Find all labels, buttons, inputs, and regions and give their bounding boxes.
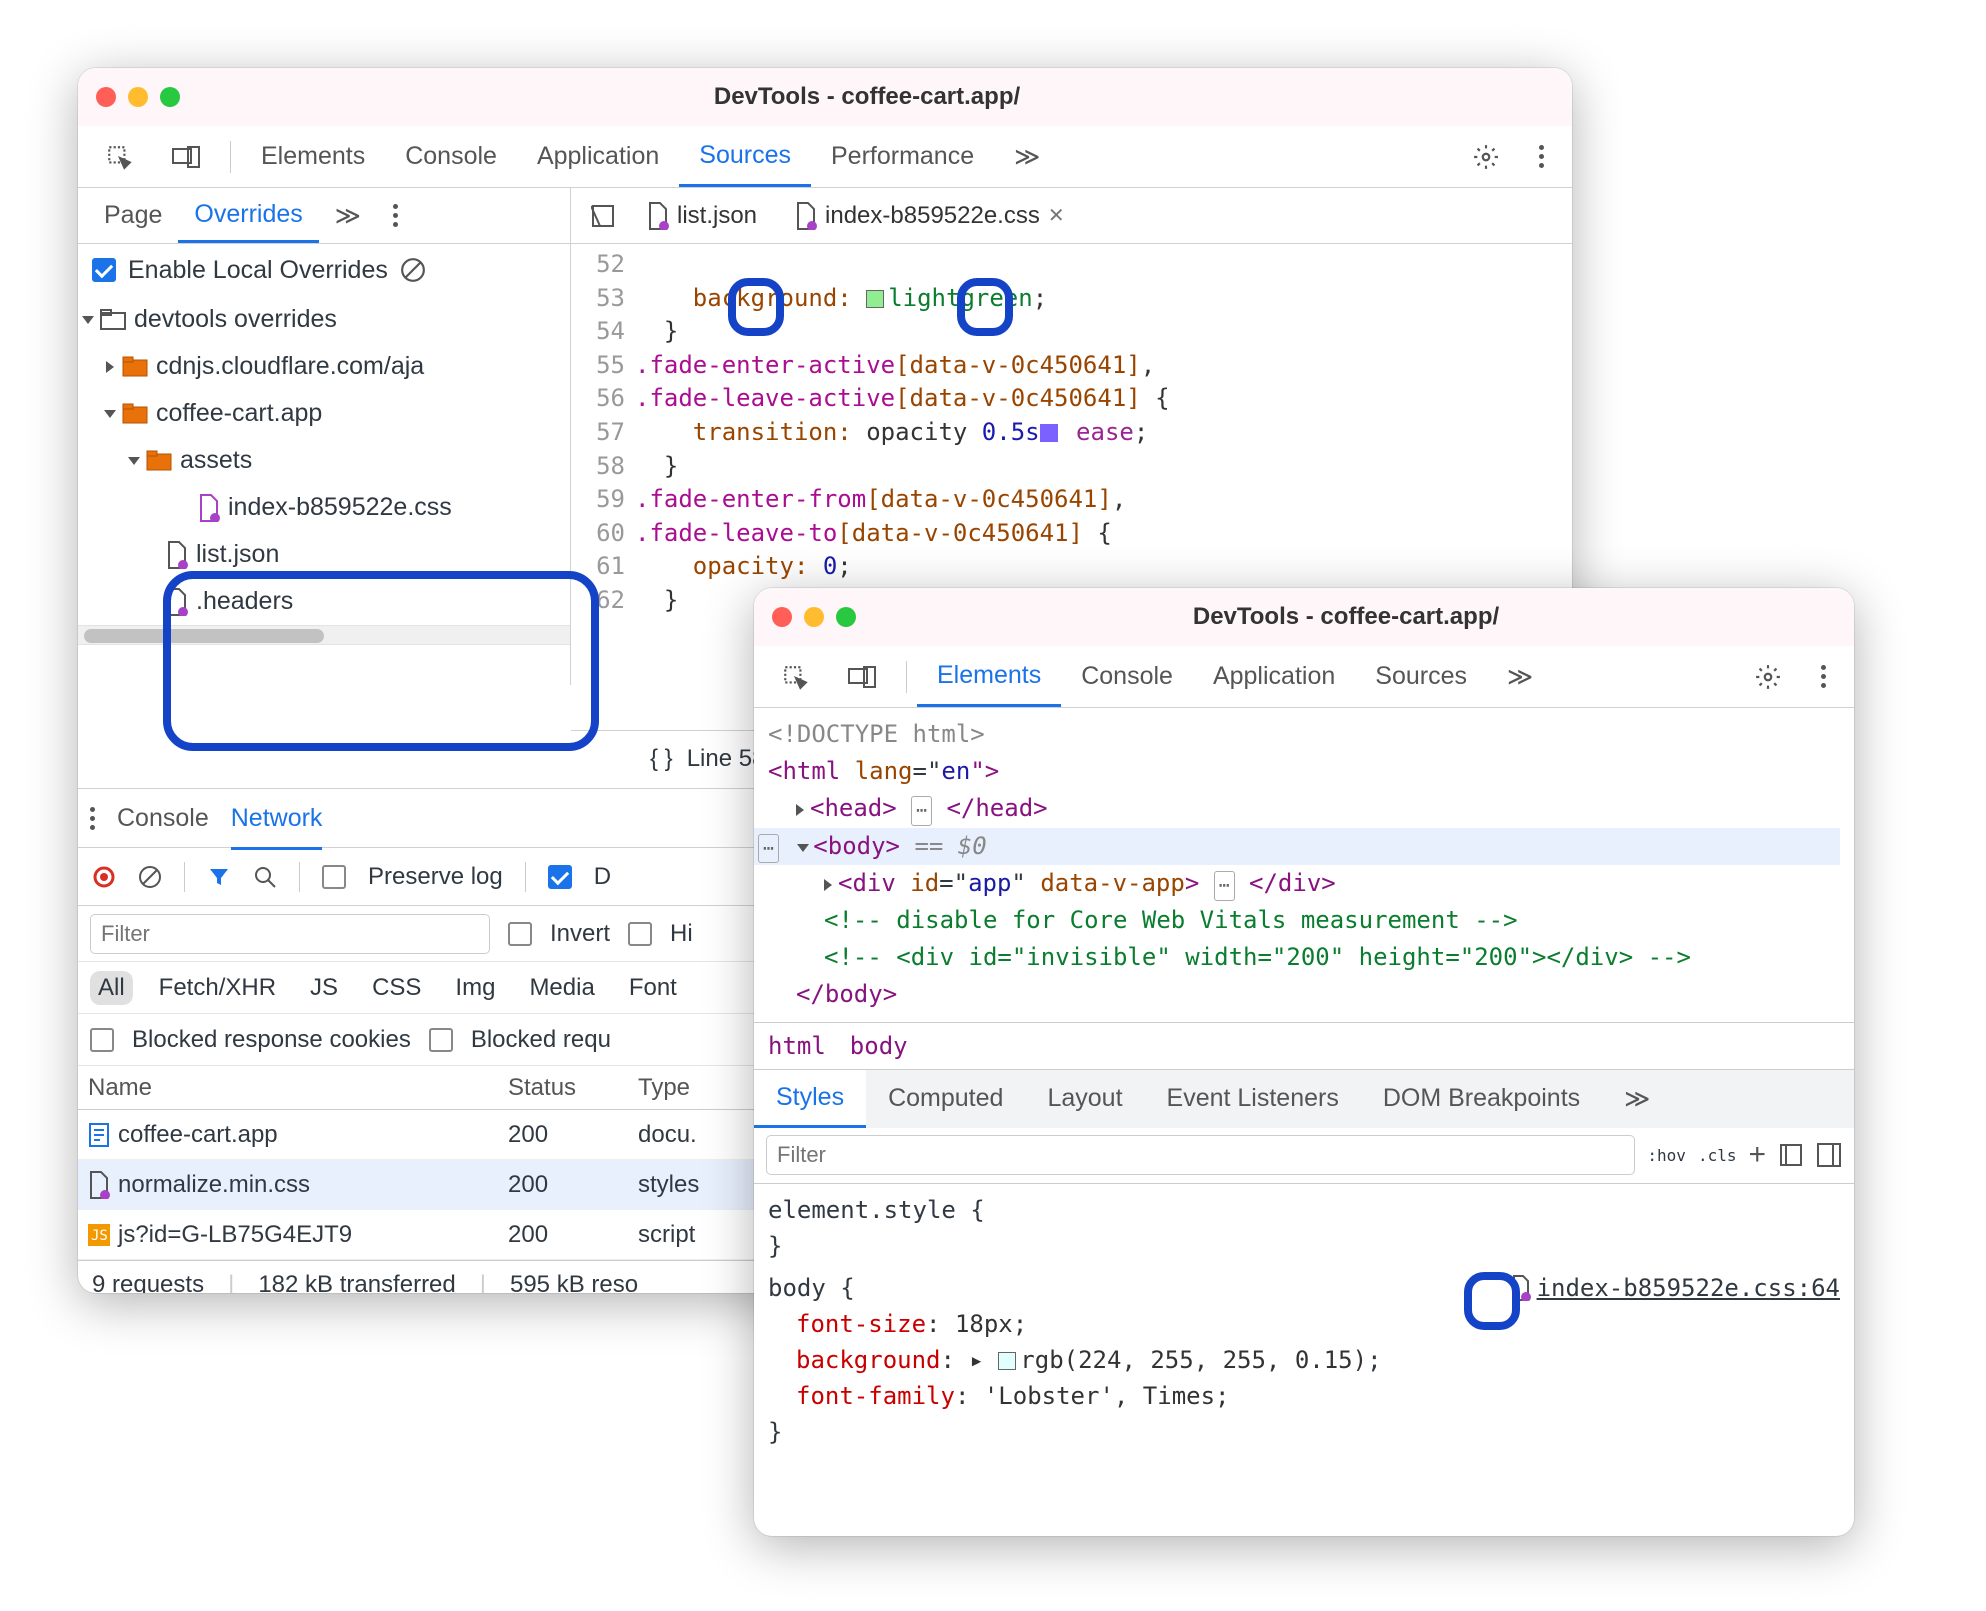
clear-icon[interactable] bbox=[400, 257, 426, 283]
tab-sources[interactable]: Sources bbox=[679, 126, 811, 187]
blocked-requests-checkbox[interactable] bbox=[429, 1028, 453, 1052]
tab-elements[interactable]: Elements bbox=[241, 126, 385, 187]
device-icon[interactable] bbox=[152, 126, 220, 187]
window-title: DevTools - coffee-cart.app/ bbox=[856, 603, 1836, 631]
inspect-icon[interactable] bbox=[86, 126, 152, 187]
kebab-icon[interactable] bbox=[90, 807, 95, 830]
minimize-icon[interactable] bbox=[128, 87, 148, 107]
kebab-icon[interactable] bbox=[1801, 646, 1846, 707]
blocked-requests-label: Blocked requ bbox=[471, 1026, 611, 1054]
tree-file-headers[interactable]: .headers bbox=[78, 578, 570, 625]
styles-tab-listeners[interactable]: Event Listeners bbox=[1145, 1070, 1361, 1128]
tab-application[interactable]: Application bbox=[517, 126, 679, 187]
devtools-window-elements: DevTools - coffee-cart.app/ Elements Con… bbox=[754, 588, 1854, 1536]
drawer-tab-network[interactable]: Network bbox=[231, 804, 323, 850]
inspect-icon[interactable] bbox=[762, 646, 828, 707]
navigator-pane: Page Overrides ≫ Enable Local Overrides … bbox=[78, 188, 571, 685]
blocked-cookies-label: Blocked response cookies bbox=[132, 1026, 411, 1054]
tree-file-json[interactable]: list.json bbox=[78, 531, 570, 578]
preserve-log-checkbox[interactable] bbox=[322, 865, 346, 889]
device-icon[interactable] bbox=[828, 646, 896, 707]
hide-checkbox[interactable] bbox=[628, 922, 652, 946]
tab-performance[interactable]: Performance bbox=[811, 126, 994, 187]
maximize-icon[interactable] bbox=[836, 607, 856, 627]
kebab-icon[interactable] bbox=[377, 188, 414, 243]
tab-sources[interactable]: Sources bbox=[1355, 646, 1487, 707]
close-icon[interactable] bbox=[96, 87, 116, 107]
horizontal-scrollbar[interactable] bbox=[78, 625, 570, 645]
gear-icon[interactable] bbox=[1453, 126, 1519, 187]
styles-tab-dombreakpoints[interactable]: DOM Breakpoints bbox=[1361, 1070, 1602, 1128]
file-tree: devtools overrides cdnjs.cloudflare.com/… bbox=[78, 296, 570, 625]
invert-label: Invert bbox=[550, 920, 610, 948]
svg-text:JS: JS bbox=[91, 1228, 108, 1244]
clear-icon[interactable] bbox=[138, 865, 162, 889]
subtab-page[interactable]: Page bbox=[88, 188, 178, 243]
search-icon[interactable] bbox=[253, 865, 277, 889]
device-preview-icon[interactable] bbox=[1778, 1142, 1804, 1168]
record-icon[interactable] bbox=[92, 865, 116, 889]
chip-img[interactable]: Img bbox=[447, 971, 503, 1005]
titlebar: DevTools - coffee-cart.app/ bbox=[78, 68, 1572, 126]
subtab-overrides[interactable]: Overrides bbox=[178, 188, 318, 243]
editor-tab-listjson[interactable]: list.json bbox=[631, 188, 773, 243]
tree-folder-root[interactable]: devtools overrides bbox=[78, 296, 570, 343]
preserve-log-label: Preserve log bbox=[368, 863, 503, 891]
chip-css[interactable]: CSS bbox=[364, 971, 429, 1005]
network-filter-input[interactable] bbox=[90, 914, 490, 954]
more-tabs[interactable]: ≫ bbox=[1602, 1070, 1672, 1128]
tree-folder-cdnjs[interactable]: cdnjs.cloudflare.com/aja bbox=[78, 343, 570, 390]
styles-filter-input[interactable] bbox=[766, 1135, 1635, 1175]
gear-icon[interactable] bbox=[1735, 646, 1801, 707]
tab-application[interactable]: Application bbox=[1193, 646, 1355, 707]
dom-tree[interactable]: <!DOCTYPE html> <html lang="en"> <head> … bbox=[754, 708, 1854, 1022]
editor-tab-indexcss[interactable]: index-b859522e.css✕ bbox=[779, 188, 1081, 243]
close-tab-icon[interactable]: ✕ bbox=[1048, 203, 1065, 228]
tree-folder-assets[interactable]: assets bbox=[78, 437, 570, 484]
subtab-more[interactable]: ≫ bbox=[319, 188, 377, 243]
hov-toggle[interactable]: :hov bbox=[1647, 1146, 1686, 1165]
tree-file-css[interactable]: index-b859522e.css bbox=[78, 484, 570, 531]
d-label: D bbox=[594, 863, 611, 891]
tree-folder-coffeecart[interactable]: coffee-cart.app bbox=[78, 390, 570, 437]
drawer-tab-console[interactable]: Console bbox=[117, 804, 209, 833]
chip-js[interactable]: JS bbox=[302, 971, 346, 1005]
chip-fetch[interactable]: Fetch/XHR bbox=[151, 971, 284, 1005]
filter-icon[interactable] bbox=[207, 865, 231, 889]
minimize-icon[interactable] bbox=[804, 607, 824, 627]
chip-all[interactable]: All bbox=[90, 971, 133, 1005]
styles-tab-layout[interactable]: Layout bbox=[1025, 1070, 1144, 1128]
styles-tab-computed[interactable]: Computed bbox=[866, 1070, 1025, 1128]
traffic-lights bbox=[96, 87, 180, 107]
tab-console[interactable]: Console bbox=[385, 126, 517, 187]
pretty-print-icon[interactable]: { } bbox=[650, 745, 673, 773]
styles-pane[interactable]: element.style { } body { index-b859522e.… bbox=[754, 1184, 1854, 1458]
chip-font[interactable]: Font bbox=[621, 971, 685, 1005]
chip-media[interactable]: Media bbox=[521, 971, 602, 1005]
window-title: DevTools - coffee-cart.app/ bbox=[180, 83, 1554, 111]
source-link[interactable]: index-b859522e.css:64 bbox=[1511, 1270, 1840, 1306]
invert-checkbox[interactable] bbox=[508, 922, 532, 946]
breadcrumb[interactable]: html body bbox=[754, 1022, 1854, 1070]
toggle-navigator-icon[interactable] bbox=[581, 204, 625, 228]
close-icon[interactable] bbox=[772, 607, 792, 627]
add-rule-icon[interactable]: + bbox=[1748, 1138, 1766, 1172]
enable-overrides-label: Enable Local Overrides bbox=[128, 256, 388, 285]
maximize-icon[interactable] bbox=[160, 87, 180, 107]
kebab-icon[interactable] bbox=[1519, 126, 1564, 187]
tab-console[interactable]: Console bbox=[1061, 646, 1193, 707]
main-tab-bar: Elements Console Application Sources Per… bbox=[78, 126, 1572, 188]
cls-toggle[interactable]: .cls bbox=[1698, 1146, 1737, 1165]
enable-overrides-checkbox[interactable] bbox=[92, 258, 116, 282]
disable-cache-checkbox[interactable] bbox=[548, 865, 572, 889]
styles-tab-styles[interactable]: Styles bbox=[754, 1070, 866, 1128]
more-tabs[interactable]: ≫ bbox=[1487, 646, 1553, 707]
hide-label: Hi bbox=[670, 920, 693, 948]
blocked-cookies-checkbox[interactable] bbox=[90, 1028, 114, 1052]
panel-icon[interactable] bbox=[1816, 1142, 1842, 1168]
more-tabs[interactable]: ≫ bbox=[994, 126, 1060, 187]
tab-elements[interactable]: Elements bbox=[917, 646, 1061, 707]
